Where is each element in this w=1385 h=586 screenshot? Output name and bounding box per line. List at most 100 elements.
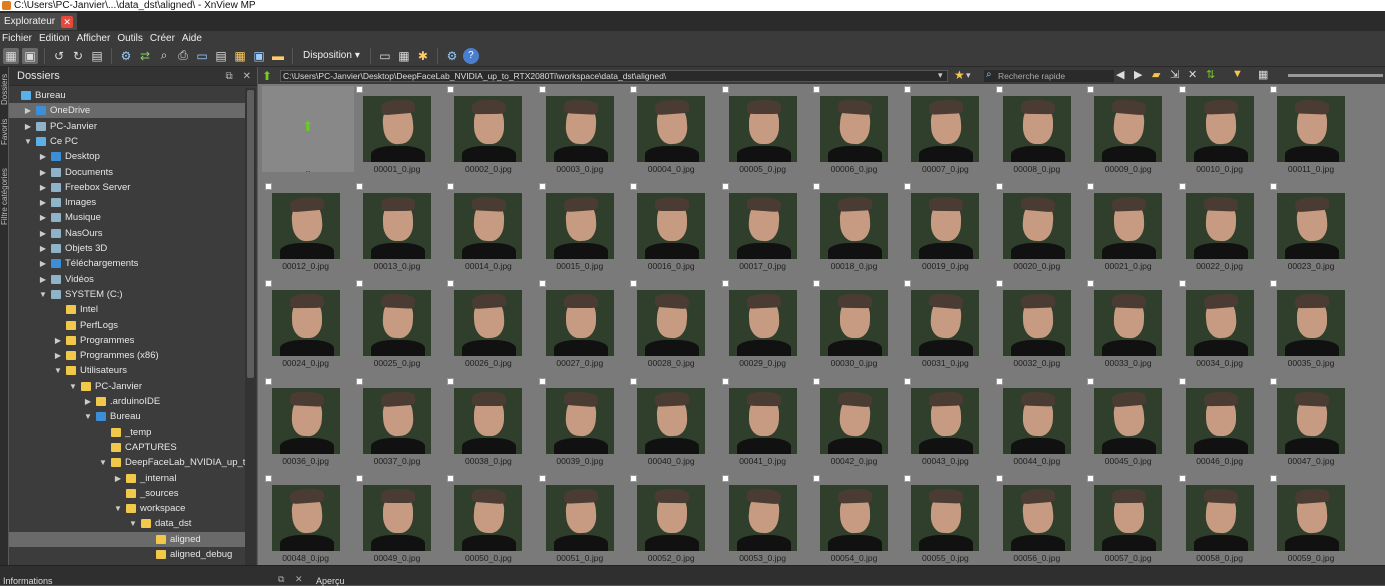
select-checkbox[interactable] [538,474,546,482]
select-checkbox[interactable] [1270,280,1277,288]
select-checkbox[interactable] [813,377,820,385]
select-checkbox[interactable] [904,280,912,288]
thumbnail-item[interactable]: 00015_0.jpg [538,183,614,277]
custom-icon[interactable]: ✱ [415,48,431,64]
thumbnail-item[interactable]: 00016_0.jpg [630,183,706,277]
select-checkbox[interactable] [813,280,820,288]
settings-gear-icon[interactable]: ⚙ [444,48,460,64]
expand-arrow-icon[interactable]: ▶ [39,195,47,210]
thumbnail-item[interactable]: 00049_0.jpg [356,474,431,565]
select-checkbox[interactable] [356,474,363,482]
edit-tools-icon[interactable]: ▤ [89,48,105,64]
select-checkbox[interactable] [995,474,1003,482]
copy-move-icon[interactable]: ⇄ [137,48,153,64]
select-checkbox[interactable] [1178,86,1186,93]
thumbnail-item[interactable]: 00024_0.jpg [264,280,340,374]
collapse-arrow-icon[interactable]: ▼ [39,287,47,302]
thumbnail-item[interactable]: 00035_0.jpg [1270,280,1345,374]
select-checkbox[interactable] [904,377,912,385]
collapse-arrow-icon[interactable]: ▼ [99,455,107,470]
folder-tree-item[interactable]: ▼ data_dst [9,516,245,531]
select-checkbox[interactable] [1270,183,1277,191]
folder-tree-item[interactable]: ▼ DeepFaceLab_NVIDIA_up_to_R [9,455,245,470]
select-checkbox[interactable] [264,377,272,385]
select-checkbox[interactable] [356,377,363,385]
thumbnail-item[interactable]: 00023_0.jpg [1270,183,1345,277]
thumbnail-item[interactable]: 00042_0.jpg [813,377,888,472]
side-tab-favoris[interactable]: Favoris [0,119,9,145]
menu-fichier[interactable]: Fichier [2,33,32,44]
select-checkbox[interactable] [1087,377,1095,385]
folder-tree-item[interactable]: ▶ Programmes (x86) [9,348,245,363]
select-checkbox[interactable] [447,86,455,93]
thumbnail-item[interactable]: 00033_0.jpg [1087,280,1163,374]
select-checkbox[interactable] [1270,86,1277,93]
select-checkbox[interactable] [1178,474,1186,482]
fullscreen-icon[interactable]: ▣ [22,47,38,64]
select-checkbox[interactable] [721,474,729,482]
wallpaper-icon[interactable]: ▬ [270,48,286,64]
delete-icon[interactable]: ✕ [1188,68,1197,81]
thumbnail-item[interactable]: 00056_0.jpg [995,474,1071,565]
thumbnail-item[interactable]: 00002_0.jpg [447,86,523,180]
expand-arrow-icon[interactable]: ▶ [39,256,47,271]
thumbnail-item[interactable]: 00048_0.jpg [264,474,340,565]
folder-tree-item[interactable]: ▼ PC-Janvier [9,379,245,394]
collapse-arrow-icon[interactable]: ▼ [114,501,122,516]
screen-capture-icon[interactable]: ▣ [251,48,267,64]
folder-tree-item[interactable]: ▶ Vidéos [9,272,245,287]
print-icon[interactable]: ⎙ [175,48,191,64]
folder-tree-item[interactable]: Intel [9,302,245,317]
thumbnail-item[interactable]: 00050_0.jpg [447,474,523,565]
thumbnail-item[interactable]: 00004_0.jpg [630,86,706,180]
select-checkbox[interactable] [995,183,1003,191]
select-checkbox[interactable] [904,86,912,93]
thumbnail-item[interactable]: 00005_0.jpg [721,86,797,180]
select-checkbox[interactable] [1178,377,1186,385]
menu-edition[interactable]: Edition [39,33,70,44]
folder-tree-item[interactable]: PerfLogs [9,318,245,333]
select-checkbox[interactable] [813,183,820,191]
thumbnail-item[interactable]: 00001_0.jpg [356,86,431,180]
collapse-arrow-icon[interactable]: ▼ [129,516,137,531]
select-checkbox[interactable] [1087,280,1095,288]
thumbnail-item[interactable]: 00032_0.jpg [995,280,1071,374]
folder-tree-item[interactable]: aligned [9,531,245,547]
path-input[interactable]: C:\Users\PC-Janvier\Desktop\DeepFaceLab_… [280,70,948,82]
thumbnail-item[interactable]: 00051_0.jpg [538,474,614,565]
thumbnail-item[interactable]: 00057_0.jpg [1087,474,1163,565]
select-checkbox[interactable] [356,183,363,191]
thumbnail-item[interactable]: 00022_0.jpg [1178,183,1254,277]
sort-icon[interactable]: ⇅ [1206,68,1215,81]
folder-tree-item[interactable]: ▶ Téléchargements [9,256,245,271]
expand-arrow-icon[interactable]: ▶ [54,333,62,348]
side-tab-dossiers[interactable]: Dossiers [0,74,9,105]
scrollbar-thumb[interactable] [247,90,254,378]
thumbnail-item[interactable]: 00021_0.jpg [1087,183,1163,277]
select-checkbox[interactable] [356,86,363,93]
slideshow-icon[interactable]: ▤ [213,48,229,64]
select-checkbox[interactable] [813,474,820,482]
expand-arrow-icon[interactable]: ▶ [24,103,32,118]
close-icon[interactable]: ✕ [61,15,74,28]
dock-icon[interactable]: ⧉ [278,574,284,585]
select-checkbox[interactable] [1178,280,1186,288]
thumbnail-item[interactable]: 00018_0.jpg [813,183,888,277]
thumbnail-item[interactable]: 00006_0.jpg [813,86,888,180]
thumbnail-item[interactable]: 00041_0.jpg [721,377,797,472]
folder-tree-item[interactable]: aligned_debug [9,547,245,562]
select-checkbox[interactable] [630,474,638,482]
select-checkbox[interactable] [721,280,729,288]
folder-tree-item[interactable]: _sources [9,486,245,501]
select-checkbox[interactable] [630,280,638,288]
expand-arrow-icon[interactable]: ▶ [39,165,47,180]
expand-arrow-icon[interactable]: ▶ [54,348,62,363]
select-checkbox[interactable] [904,474,912,482]
folder-tree-item[interactable]: ▶ Documents [9,165,245,180]
select-checkbox[interactable] [1270,377,1277,385]
chevron-down-icon[interactable]: ▾ [938,70,943,81]
folder-tree-item[interactable]: ▶ Desktop [9,149,245,164]
select-checkbox[interactable] [1087,474,1095,482]
folder-tree-item[interactable]: ▶ Images [9,195,245,210]
select-checkbox[interactable] [721,183,729,191]
